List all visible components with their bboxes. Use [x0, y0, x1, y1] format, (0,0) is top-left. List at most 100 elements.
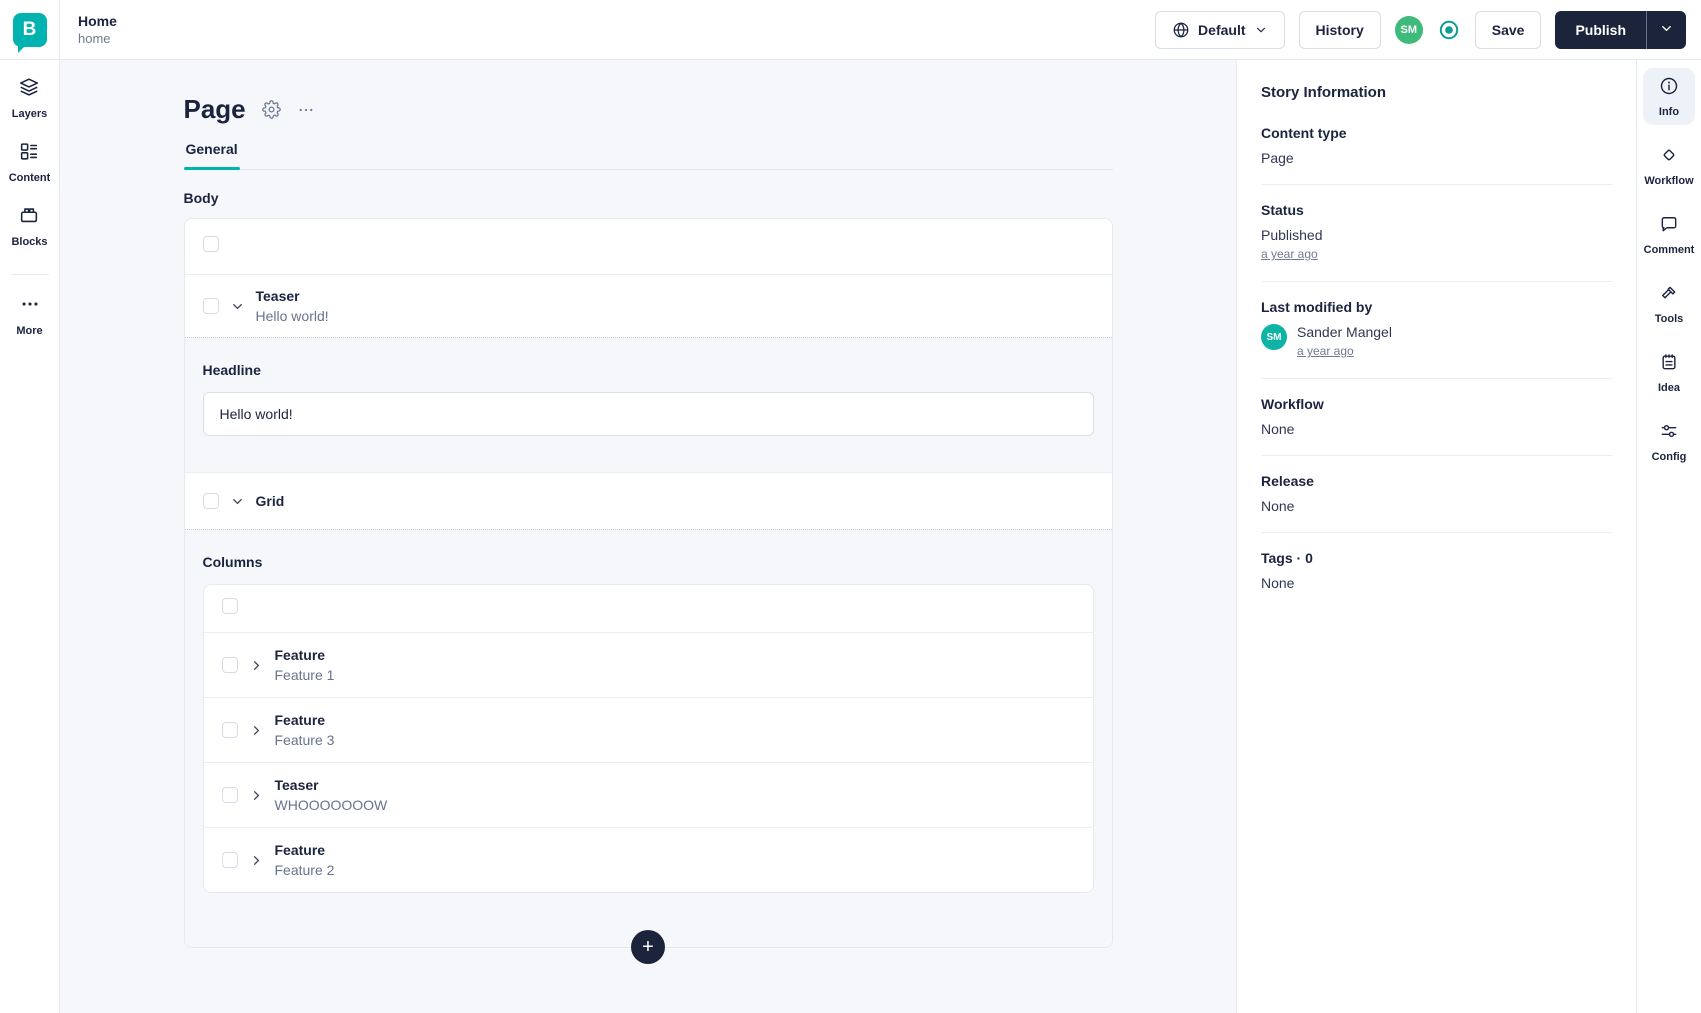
preview-toggle-icon[interactable] [1437, 18, 1461, 42]
chevron-down-icon[interactable] [230, 299, 245, 314]
block-checkbox[interactable] [221, 657, 238, 673]
sidebar-item-content[interactable]: Content [9, 140, 50, 184]
release-section: Release None [1261, 473, 1612, 533]
column-row[interactable]: Feature Feature 2 [203, 827, 1093, 892]
tools-icon [1659, 283, 1679, 308]
content-icon [18, 140, 40, 167]
sidebar-item-more[interactable]: More [16, 293, 43, 337]
sidebar-item-label: Blocks [11, 236, 48, 248]
modified-by-info: Sander Mangel a year ago [1297, 324, 1392, 360]
column-row[interactable]: Feature Feature 3 [203, 697, 1093, 762]
block-row-teaser[interactable]: Teaser Hello world! [185, 275, 1112, 337]
tags-label: Tags · 0 [1261, 550, 1313, 566]
tags-section: Tags · 0 None [1261, 550, 1612, 609]
editor-tabs: General [183, 141, 1113, 170]
block-text: Feature Feature 2 [275, 842, 335, 878]
block-checkbox[interactable] [221, 852, 238, 868]
add-block-button[interactable]: + [631, 930, 665, 964]
left-nav: Layers Content Blocks More [0, 60, 59, 357]
body-blocks-container: Teaser Hello world! Headline Hello world… [183, 218, 1113, 964]
editor-inner: Page General Body Teaser Hello world! He… [183, 60, 1113, 964]
content-type-value: Page [1261, 150, 1294, 166]
page-options-icon[interactable] [297, 101, 315, 119]
sidebar-item-layers[interactable]: Layers [12, 76, 47, 120]
block-subtitle: Feature 1 [274, 667, 335, 683]
column-row[interactable]: Teaser WHOOOOOOOW [203, 762, 1093, 827]
block-text: Feature Feature 1 [275, 647, 335, 683]
chevron-right-icon[interactable] [249, 723, 264, 738]
release-label: Release [1261, 473, 1314, 489]
modified-by-row: SM Sander Mangel a year ago [1261, 324, 1612, 360]
columns-field-label: Columns [202, 554, 263, 570]
block-text: Feature Feature 3 [275, 712, 335, 748]
more-icon [19, 293, 41, 320]
user-avatar[interactable]: SM [1394, 15, 1423, 44]
chevron-right-icon[interactable] [249, 658, 264, 673]
panel-tab-idea[interactable]: Idea [1643, 344, 1695, 401]
left-sidebar: B Layers Content Blocks More [0, 0, 60, 1013]
status-section: Status Published a year ago [1261, 202, 1612, 282]
topbar: Home home Default History SM Save Publis… [60, 0, 1701, 60]
panel-tab-label: Idea [1657, 382, 1680, 394]
idea-icon [1659, 352, 1679, 377]
block-subtitle: WHOOOOOOOW [274, 797, 388, 813]
save-button[interactable]: Save [1474, 10, 1542, 49]
status-value: Published [1261, 227, 1323, 243]
headline-field-label: Headline [202, 362, 261, 378]
panel-title: Story Information [1261, 84, 1387, 101]
block-subtitle: Feature 2 [274, 862, 335, 878]
nav-divider [10, 274, 49, 275]
block-text: Teaser Hello world! [256, 288, 329, 324]
language-selector[interactable]: Default [1155, 10, 1285, 49]
chevron-down-icon [1254, 23, 1268, 37]
block-text: Grid [256, 493, 285, 509]
sidebar-item-blocks[interactable]: Blocks [11, 204, 48, 248]
panel-tab-workflow[interactable]: Workflow [1643, 137, 1695, 194]
storyblok-logo[interactable]: B [0, 0, 59, 60]
blocks-icon [18, 204, 40, 231]
column-row[interactable]: Feature Feature 1 [203, 632, 1093, 697]
select-all-row [204, 585, 1093, 632]
topbar-actions: Default History SM Save Publish [1155, 10, 1686, 49]
block-checkbox[interactable] [202, 298, 219, 314]
workflow-label: Workflow [1261, 396, 1324, 412]
page-head: Page [184, 94, 1113, 125]
content-type-label: Content type [1261, 125, 1347, 141]
panel-tab-label: Config [1651, 451, 1687, 463]
content-type-section: Content type Page [1261, 125, 1612, 185]
block-checkbox[interactable] [221, 787, 238, 803]
block-title: Teaser [274, 777, 319, 793]
publish-dropdown-button[interactable] [1646, 10, 1686, 49]
headline-input[interactable] [202, 392, 1094, 436]
modified-by-name: Sander Mangel [1297, 324, 1392, 340]
last-modified-label: Last modified by [1261, 299, 1373, 315]
modified-time-link[interactable]: a year ago [1297, 344, 1354, 358]
select-all-checkbox[interactable] [221, 598, 238, 614]
storyblok-logo-icon: B [12, 12, 47, 53]
panel-tab-config[interactable]: Config [1643, 413, 1695, 470]
gear-icon[interactable] [261, 100, 281, 119]
block-checkbox[interactable] [202, 493, 219, 509]
sidebar-item-label: More [16, 325, 43, 337]
panel-tab-info[interactable]: Info [1643, 68, 1695, 125]
chevron-right-icon[interactable] [249, 853, 264, 868]
block-row-grid[interactable]: Grid [184, 472, 1112, 529]
publish-button[interactable]: Publish [1555, 10, 1646, 49]
panel-tab-comment[interactable]: Comment [1643, 206, 1695, 263]
panel-tab-tools[interactable]: Tools [1643, 275, 1695, 332]
chevron-down-icon[interactable] [230, 494, 245, 509]
comment-icon [1659, 214, 1679, 239]
history-button[interactable]: History [1298, 10, 1381, 49]
status-label: Status [1261, 202, 1304, 218]
status-time-link[interactable]: a year ago [1261, 247, 1318, 261]
panel-tab-label: Workflow [1644, 175, 1694, 187]
tab-general[interactable]: General [183, 141, 240, 170]
block-subtitle: Hello world! [255, 308, 329, 324]
block-title: Feature [274, 647, 326, 663]
block-checkbox[interactable] [221, 722, 238, 738]
story-information-panel: Story Information Content type Page Stat… [1236, 60, 1636, 1013]
select-all-checkbox[interactable] [202, 236, 219, 252]
modified-by-avatar: SM [1261, 324, 1287, 350]
columns-container: Feature Feature 1 Feature Feature 3 Teas… [202, 584, 1094, 893]
chevron-right-icon[interactable] [249, 788, 264, 803]
